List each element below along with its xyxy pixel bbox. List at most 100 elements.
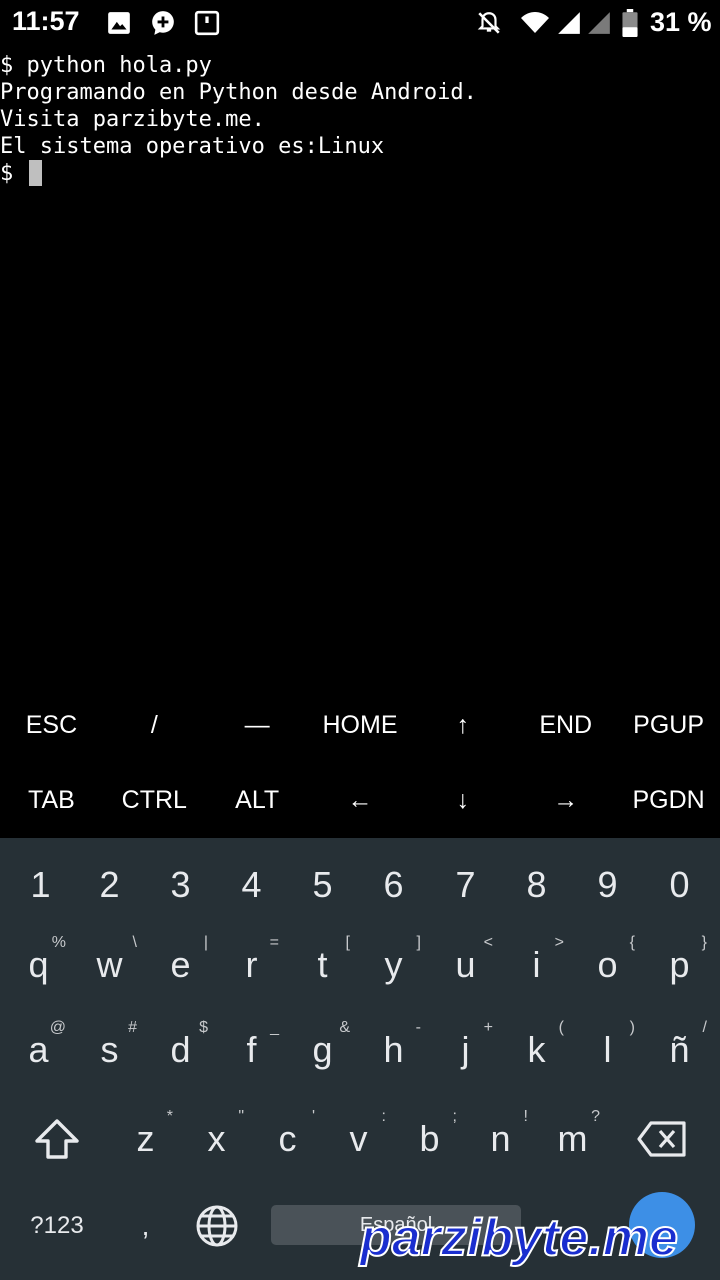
battery-icon xyxy=(622,9,638,37)
chat-add-icon xyxy=(152,11,174,35)
key-d[interactable]: d $ xyxy=(145,1007,216,1093)
keyboard-number-row: 1 2 3 4 5 6 7 8 9 0 xyxy=(0,842,720,928)
key-a[interactable]: a @ xyxy=(3,1007,74,1093)
key-label: m xyxy=(557,1118,588,1159)
key-f[interactable]: f _ xyxy=(216,1007,287,1093)
key-hint: : xyxy=(381,1108,386,1125)
terminal-line: Programando en Python desde Android. xyxy=(0,80,477,105)
key-label: t xyxy=(317,944,328,985)
key-label: d xyxy=(170,1029,191,1070)
key-hint: - xyxy=(415,1019,421,1036)
key-h[interactable]: h- xyxy=(358,1007,429,1093)
end-key[interactable]: END xyxy=(514,688,617,763)
esc-key[interactable]: ESC xyxy=(0,688,103,763)
key-5[interactable]: 5 xyxy=(287,842,358,928)
key-hint: _ xyxy=(270,1019,279,1036)
key-hint: > xyxy=(554,934,564,951)
key-hint: ] xyxy=(416,934,421,951)
key-8[interactable]: 8 xyxy=(501,842,572,928)
shift-key[interactable] xyxy=(20,1096,94,1182)
key-6[interactable]: 6 xyxy=(358,842,429,928)
dash-key[interactable]: — xyxy=(206,688,309,763)
key-n[interactable]: n! xyxy=(465,1096,536,1182)
keyboard-z-row: z * x " c ' v: b; n! m? xyxy=(0,1096,720,1182)
key-label: l xyxy=(603,1029,612,1070)
key-label: w xyxy=(96,944,123,985)
key-label: z xyxy=(136,1118,155,1159)
language-key[interactable] xyxy=(181,1183,252,1269)
alt-key[interactable]: ALT xyxy=(206,763,309,838)
key-label: n xyxy=(490,1118,511,1159)
key-s[interactable]: s # xyxy=(74,1007,145,1093)
comma-key[interactable]: , xyxy=(110,1183,181,1269)
key-2[interactable]: 2 xyxy=(74,842,145,928)
key-label: s xyxy=(100,1029,119,1070)
key-p[interactable]: p} xyxy=(644,922,715,1008)
arrow-left-key[interactable]: ← xyxy=(309,763,412,838)
key-x[interactable]: x " xyxy=(181,1096,252,1182)
key-label: o xyxy=(597,944,618,985)
key-label: k xyxy=(527,1029,546,1070)
key-7[interactable]: 7 xyxy=(430,842,501,928)
key-label: a xyxy=(28,1029,49,1070)
key-w[interactable]: w \ xyxy=(74,922,145,1008)
key-i[interactable]: i > xyxy=(501,922,572,1008)
pgup-key[interactable]: PGUP xyxy=(617,688,720,763)
key-label: p xyxy=(669,944,690,985)
key-g[interactable]: g & xyxy=(287,1007,358,1093)
key-u[interactable]: u < xyxy=(430,922,501,1008)
keyboard-q-row: q% w \ e | r = t[ y] u < i > o{ p} xyxy=(0,922,720,1008)
key-0[interactable]: 0 xyxy=(644,842,715,928)
key-r[interactable]: r = xyxy=(216,922,287,1008)
home-key[interactable]: HOME xyxy=(309,688,412,763)
ctrl-key[interactable]: CTRL xyxy=(103,763,206,838)
key-z[interactable]: z * xyxy=(110,1096,181,1182)
key-hint: / xyxy=(702,1019,707,1036)
key-j[interactable]: j + xyxy=(430,1007,501,1093)
key-9[interactable]: 9 xyxy=(572,842,643,928)
key-k[interactable]: k( xyxy=(501,1007,572,1093)
key-hint: + xyxy=(483,1019,493,1036)
key-hint: ' xyxy=(311,1108,315,1125)
key-hint: " xyxy=(238,1108,244,1125)
key-label: ñ xyxy=(669,1029,690,1070)
key-m[interactable]: m? xyxy=(537,1096,608,1182)
key-4[interactable]: 4 xyxy=(216,842,287,928)
terminal-line: $ python hola.py xyxy=(0,53,212,78)
key-o[interactable]: o{ xyxy=(572,922,643,1008)
arrow-down-key[interactable]: ↓ xyxy=(411,763,514,838)
arrow-right-key[interactable]: → xyxy=(514,763,617,838)
arrow-up-key[interactable]: ↑ xyxy=(411,688,514,763)
key-hint: & xyxy=(339,1019,350,1036)
key-label: b xyxy=(419,1118,440,1159)
key-c[interactable]: c ' xyxy=(252,1096,323,1182)
key-label: v xyxy=(349,1118,368,1159)
key-b[interactable]: b; xyxy=(394,1096,465,1182)
key-y[interactable]: y] xyxy=(358,922,429,1008)
key-t[interactable]: t[ xyxy=(287,922,358,1008)
image-icon xyxy=(108,12,130,34)
key-l[interactable]: l) xyxy=(572,1007,643,1093)
backspace-key[interactable] xyxy=(624,1096,700,1182)
key-hint: # xyxy=(128,1019,137,1036)
status-time: 11:57 xyxy=(12,6,80,36)
key-1[interactable]: 1 xyxy=(5,842,76,928)
key-hint: $ xyxy=(199,1019,208,1036)
key-hint: [ xyxy=(345,934,350,951)
tab-key[interactable]: TAB xyxy=(0,763,103,838)
terminal-prompt-line[interactable]: $ xyxy=(0,160,720,187)
key-v[interactable]: v: xyxy=(323,1096,394,1182)
symbols-key[interactable]: ?123 xyxy=(20,1183,94,1269)
key-hint: ? xyxy=(591,1108,600,1125)
pgdn-key[interactable]: PGDN xyxy=(617,763,720,838)
key-3[interactable]: 3 xyxy=(145,842,216,928)
shift-icon xyxy=(35,1119,79,1159)
key-n-tilde[interactable]: ñ / xyxy=(644,1007,715,1093)
terminal-output[interactable]: $ python hola.py Programando en Python d… xyxy=(0,52,720,692)
key-q[interactable]: q% xyxy=(3,922,74,1008)
key-e[interactable]: e | xyxy=(145,922,216,1008)
slash-key[interactable]: / xyxy=(103,688,206,763)
key-hint: | xyxy=(203,934,208,951)
extra-keys-row-1: ESC / — HOME ↑ END PGUP xyxy=(0,688,720,763)
key-label: e xyxy=(170,944,191,985)
